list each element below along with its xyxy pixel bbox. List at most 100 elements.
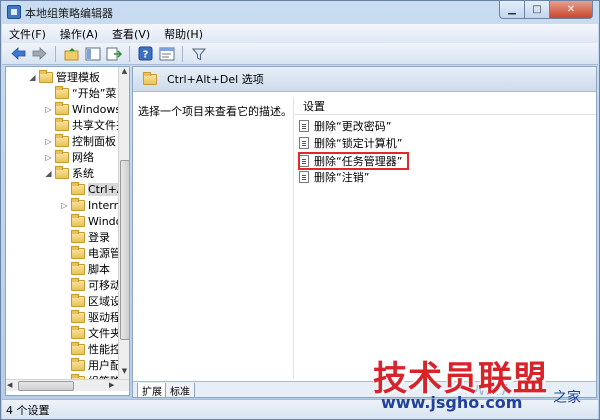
tree-item-power[interactable]: 电源管 xyxy=(60,245,121,261)
folder-icon xyxy=(71,197,85,211)
setting-row[interactable]: 删除“更改密码” xyxy=(299,118,391,134)
policy-setting-icon xyxy=(299,171,309,183)
tree-item-label: 管理模板 xyxy=(56,71,100,84)
folder-icon xyxy=(71,357,85,371)
tree-item-label: 用户配 xyxy=(88,359,121,372)
tree-item-locale[interactable]: 区域设 xyxy=(60,293,121,309)
folder-icon xyxy=(71,293,85,307)
export-list-icon[interactable] xyxy=(105,45,122,62)
tree-item-admin-templates[interactable]: ◢ 管理模板 xyxy=(28,69,100,85)
folder-icon xyxy=(143,71,157,85)
close-button[interactable]: ✕ xyxy=(550,1,593,19)
tree-item-internet[interactable]: ▷ Intern xyxy=(60,197,121,213)
tree-item-drivers[interactable]: 驱动程 xyxy=(60,309,121,325)
folder-icon xyxy=(55,133,69,147)
tree-item-network[interactable]: ▷ 网络 xyxy=(44,149,94,165)
tab-extended[interactable]: 扩展 xyxy=(137,383,167,397)
menu-action[interactable]: 操作(A) xyxy=(53,26,105,42)
collapse-icon[interactable]: ◢ xyxy=(44,169,53,178)
properties-icon[interactable] xyxy=(158,45,175,62)
folder-icon xyxy=(71,341,85,355)
scroll-thumb[interactable] xyxy=(120,160,129,340)
setting-row[interactable]: 删除“锁定计算机” xyxy=(299,135,402,151)
setting-label: 删除“锁定计算机” xyxy=(314,137,403,150)
tree-item-label: 登录 xyxy=(88,231,110,244)
toolbar-separator xyxy=(129,45,130,62)
tree-item-label: 系统 xyxy=(72,167,94,180)
title-bar[interactable]: 本地组策略编辑器 ▁ □ ✕ xyxy=(1,1,599,23)
folder-icon xyxy=(71,213,85,227)
tree-item-folders[interactable]: 文件夹 xyxy=(60,325,121,341)
folder-icon xyxy=(55,101,69,115)
maximize-button[interactable]: □ xyxy=(525,1,550,19)
watermark-url: www.jsgho.com xyxy=(381,393,523,412)
policy-setting-icon xyxy=(299,120,309,132)
expand-icon[interactable]: ▷ xyxy=(44,153,53,162)
folder-icon xyxy=(55,117,69,131)
status-text: 4 个设置 xyxy=(6,403,50,417)
tree-item-performance[interactable]: 性能控 xyxy=(60,341,121,357)
tree-vertical-scrollbar[interactable]: ▲ ▼ xyxy=(118,67,129,379)
folder-icon xyxy=(71,261,85,275)
console-tree: ◢ 管理模板 “开始”菜 ▷ Windows 共享文件夹 ▷ 控制面板 ▷ 网络 xyxy=(5,66,130,396)
details-pane: Ctrl+Alt+Del 选项 选择一个项目来查看它的描述。 设置 删除“更改密… xyxy=(132,66,597,398)
folder-icon xyxy=(55,165,69,179)
folder-icon xyxy=(55,85,69,99)
folder-icon xyxy=(71,245,85,259)
tree-item-user-profiles[interactable]: 用户配 xyxy=(60,357,121,373)
expand-icon[interactable]: ▷ xyxy=(60,201,69,210)
tree-item-label: 文件夹 xyxy=(88,327,121,340)
scroll-thumb[interactable] xyxy=(18,381,74,391)
expand-icon[interactable]: ▷ xyxy=(44,137,53,146)
folder-icon xyxy=(71,309,85,323)
folder-icon xyxy=(55,149,69,163)
scroll-right-icon[interactable]: ▶ xyxy=(109,381,114,389)
policy-setting-icon xyxy=(299,137,309,149)
folder-icon xyxy=(71,325,85,339)
tree-item-label: 驱动程 xyxy=(88,311,121,324)
help-icon[interactable]: ? xyxy=(137,45,154,62)
tree-item-start-menu[interactable]: “开始”菜 xyxy=(44,85,116,101)
window-controls: ▁ □ ✕ xyxy=(499,1,593,19)
tree-item-label: 区域设 xyxy=(88,295,121,308)
tree-item-label: 控制面板 xyxy=(72,135,116,148)
tree-item-scripts[interactable]: 脚本 xyxy=(60,261,110,277)
tree-item-control-panel[interactable]: ▷ 控制面板 xyxy=(44,133,116,149)
menu-file[interactable]: 文件(F) xyxy=(2,26,53,42)
show-hide-tree-icon[interactable] xyxy=(84,45,101,62)
scroll-up-icon[interactable]: ▲ xyxy=(119,67,129,79)
tree-item-windows-file[interactable]: Windo xyxy=(60,213,122,229)
forward-arrow-icon[interactable] xyxy=(31,45,48,62)
menu-view[interactable]: 查看(V) xyxy=(105,26,157,42)
open-folder-icon xyxy=(71,181,85,195)
tree-item-windows-components[interactable]: ▷ Windows xyxy=(44,101,121,117)
tree-item-removable[interactable]: 可移动 xyxy=(60,277,121,293)
setting-row[interactable]: 删除“注销” xyxy=(299,169,369,185)
tree-item-logon[interactable]: 登录 xyxy=(60,229,110,245)
tree-item-label: 网络 xyxy=(72,151,94,164)
tree-item-label: 性能控 xyxy=(88,343,121,356)
scroll-down-icon[interactable]: ▼ xyxy=(119,367,129,379)
collapse-icon[interactable]: ◢ xyxy=(28,73,37,82)
scroll-left-icon[interactable]: ◀ xyxy=(7,381,12,389)
filter-icon[interactable] xyxy=(190,45,207,62)
tree-item-shared-folders[interactable]: 共享文件夹 xyxy=(44,117,127,133)
highlight-annotation xyxy=(298,152,409,170)
tree-item-system[interactable]: ◢ 系统 xyxy=(44,165,94,181)
app-icon xyxy=(7,5,21,19)
tab-standard[interactable]: 标准 xyxy=(165,383,195,397)
tree-item-label: 电源管 xyxy=(88,247,121,260)
expand-icon[interactable]: ▷ xyxy=(44,105,53,114)
svg-text:?: ? xyxy=(143,50,149,61)
column-header-settings[interactable]: 设置 xyxy=(295,98,596,115)
tree-horizontal-scrollbar[interactable]: ◀ ▶ xyxy=(6,379,129,391)
window-title: 本地组策略编辑器 xyxy=(25,7,113,20)
minimize-button[interactable]: ▁ xyxy=(499,1,525,19)
up-folder-icon[interactable] xyxy=(63,45,80,62)
setting-label: 删除“更改密码” xyxy=(314,120,392,133)
back-arrow-icon[interactable] xyxy=(10,45,27,62)
menu-help[interactable]: 帮助(H) xyxy=(157,26,210,42)
setting-label: 删除“注销” xyxy=(314,171,370,184)
toolbar-separator xyxy=(55,45,56,62)
pane-divider xyxy=(293,97,294,379)
